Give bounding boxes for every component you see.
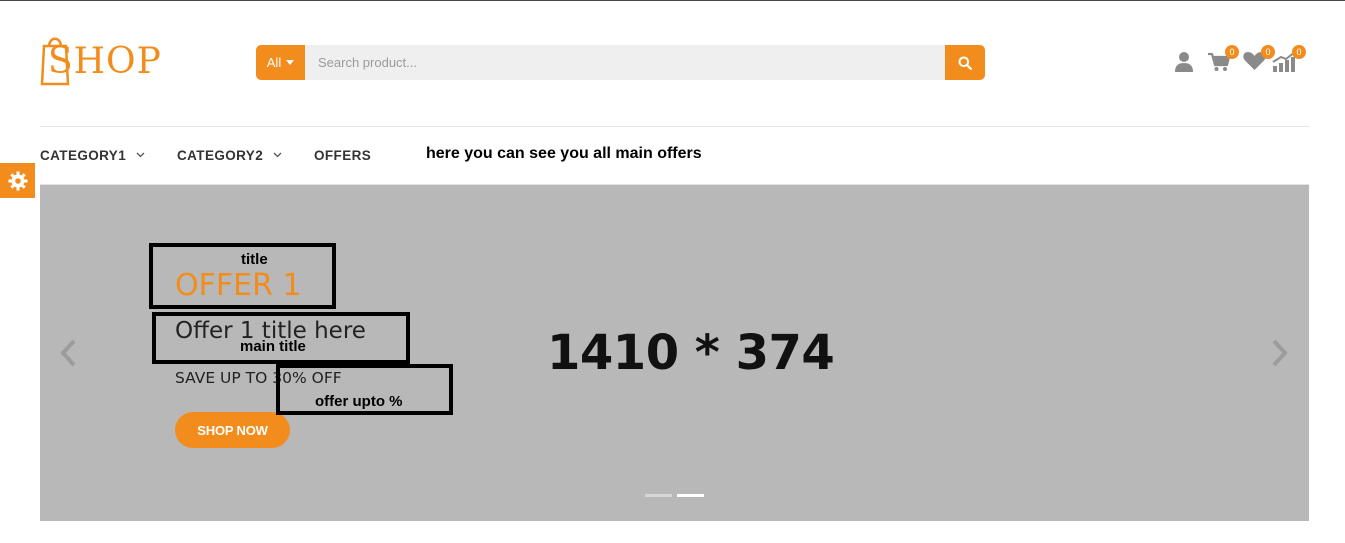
nav-item-label: OFFERS (314, 148, 372, 163)
top-border (0, 0, 1345, 1)
nav-item-category2[interactable]: CATEGORY2 (177, 148, 282, 163)
search-button[interactable] (945, 45, 985, 80)
logo-text: SHOP (48, 41, 162, 82)
search-category-label: All (266, 55, 282, 70)
shop-now-button[interactable]: SHOP NOW (175, 412, 290, 448)
annotation-label-offer-upto: offer upto % (315, 393, 403, 410)
nav-item-category1[interactable]: CATEGORY1 (40, 148, 145, 163)
slide-dimensions-text: 1410 * 374 (547, 325, 835, 381)
search-icon (958, 56, 972, 70)
search-input[interactable] (305, 45, 945, 80)
nav-annotation-note: here you can see you all main offers (426, 145, 702, 162)
chevron-left-icon[interactable] (58, 338, 78, 368)
wishlist-button[interactable]: 0 (1242, 45, 1275, 76)
nav-item-offers[interactable]: OFFERS (314, 148, 371, 163)
slider-dot-1[interactable] (645, 494, 672, 497)
annotation-label-main-title: main title (240, 338, 306, 355)
settings-tab[interactable] (0, 163, 35, 198)
shop-logo[interactable]: SHOP (38, 30, 163, 90)
chevron-right-icon[interactable] (1270, 338, 1290, 368)
cart-count-badge: 0 (1225, 45, 1239, 59)
annotation-label-title: title (241, 251, 268, 268)
gear-icon (8, 171, 27, 190)
chevron-down-icon (136, 152, 145, 158)
cart-button[interactable]: 0 (1207, 45, 1239, 76)
compare-button[interactable]: 0 (1272, 45, 1306, 76)
user-icon (1175, 52, 1193, 72)
search-category-dropdown[interactable]: All (256, 45, 305, 80)
compare-count-badge: 0 (1292, 45, 1306, 59)
header-divider (40, 126, 1309, 127)
chevron-down-icon (273, 152, 282, 158)
nav-item-label: CATEGORY2 (177, 148, 264, 163)
nav-item-label: CATEGORY1 (40, 148, 127, 163)
slider-dot-2[interactable] (677, 494, 704, 497)
account-button[interactable] (1174, 48, 1194, 76)
search-bar: All (256, 45, 985, 80)
caret-down-icon (286, 60, 295, 65)
